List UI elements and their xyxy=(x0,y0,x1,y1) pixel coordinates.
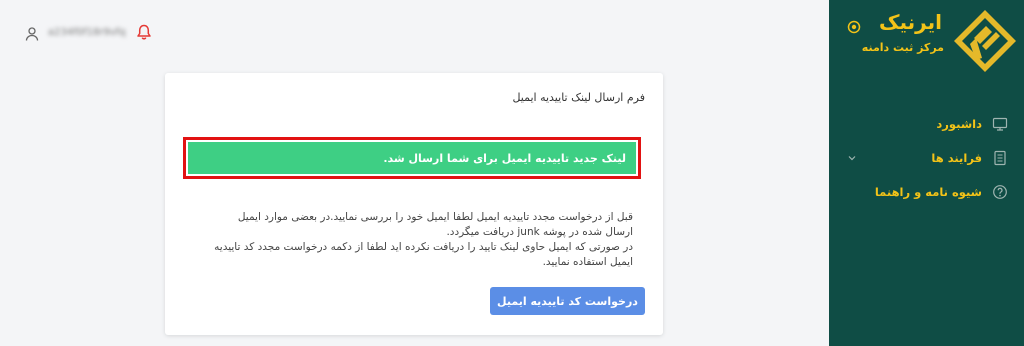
request-verification-button[interactable]: درخواست کد تاییدیه ایمیل xyxy=(490,287,645,315)
info-text: قبل از درخواست مجدد تاییدیه ایمیل لطفا ا… xyxy=(213,210,633,270)
sidebar: ایرنیک مرکز ثبت دامنه داشبورد فرایند ها … xyxy=(829,0,1024,346)
card-title: فرم ارسال لینک تاییدیه ایمیل xyxy=(512,91,645,104)
monitor-icon xyxy=(992,117,1008,131)
sidebar-item-label: داشبورد xyxy=(936,117,982,131)
target-icon[interactable] xyxy=(847,20,861,34)
success-alert-highlight: لینک جدید تاییدیه ایمیل برای شما ارسال ش… xyxy=(183,137,641,179)
info-paragraph-1: قبل از درخواست مجدد تاییدیه ایمیل لطفا ا… xyxy=(237,211,633,238)
chevron-down-icon[interactable] xyxy=(847,153,857,163)
success-alert: لینک جدید تاییدیه ایمیل برای شما ارسال ش… xyxy=(188,142,636,174)
sidebar-item-guide[interactable]: شیوه نامه و راهنما xyxy=(829,180,1024,204)
username[interactable]: a234f0f18r9vfq xyxy=(48,27,126,38)
brand-subtitle: مرکز ثبت دامنه xyxy=(861,41,944,54)
document-icon xyxy=(994,150,1006,166)
user-icon[interactable] xyxy=(24,26,40,42)
brand-title: ایرنیک xyxy=(879,10,942,34)
sidebar-item-label: شیوه نامه و راهنما xyxy=(874,185,982,199)
help-icon xyxy=(993,185,1007,199)
info-paragraph-2: در صورتی که ایمیل حاوی لینک تایید را دری… xyxy=(214,241,633,268)
sidebar-item-processes[interactable]: فرایند ها xyxy=(829,146,1024,170)
sidebar-item-dashboard[interactable]: داشبورد xyxy=(829,112,1024,136)
brand-logo[interactable] xyxy=(952,8,1018,74)
email-verification-card: فرم ارسال لینک تاییدیه ایمیل لینک جدید ت… xyxy=(165,73,663,335)
bell-icon[interactable] xyxy=(135,23,153,41)
sidebar-item-label: فرایند ها xyxy=(931,151,982,165)
